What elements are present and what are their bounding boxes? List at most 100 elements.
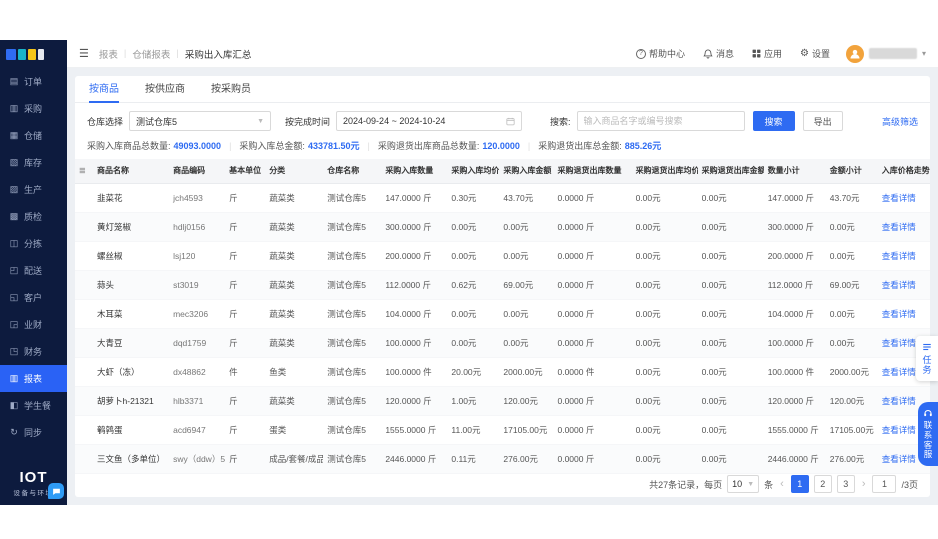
price_ret-cell: 0.00元 xyxy=(632,212,698,241)
product-code-cell: hlb3371 xyxy=(169,386,225,415)
warehouse-select[interactable]: 测试仓库5 ▼ xyxy=(129,111,271,131)
sidebar-item-customers[interactable]: ◱客户 xyxy=(0,284,67,311)
amt_sub-cell: 43.70元 xyxy=(826,183,878,212)
sidebar-item-orders[interactable]: ▤订单 xyxy=(0,68,67,95)
qty_in-cell: 300.0000 斤 xyxy=(381,212,447,241)
column-header: 金额小计 xyxy=(826,159,878,183)
menu-toggle-icon[interactable]: ☰ xyxy=(79,47,89,60)
breadcrumb-item[interactable]: 报表 xyxy=(99,47,118,61)
expand-all-icon[interactable]: ≣ xyxy=(79,166,86,175)
view-details-link[interactable]: 查看详情 xyxy=(882,396,916,406)
apps-label: 应用 xyxy=(764,47,782,60)
page-button-1[interactable]: 1 xyxy=(791,475,809,493)
view-details-link[interactable]: 查看详情 xyxy=(882,222,916,232)
sidebar-item-label: 分拣 xyxy=(24,237,42,250)
sidebar-item-delivery[interactable]: ◰配送 xyxy=(0,257,67,284)
category-cell: 蛋类 xyxy=(265,415,323,444)
export-button[interactable]: 导出 xyxy=(803,111,843,131)
chat-bubble-icon[interactable] xyxy=(48,483,64,499)
settings-label: 设置 xyxy=(812,47,830,60)
sidebar-item-biz-finance[interactable]: ◲业财 xyxy=(0,311,67,338)
action-cell: 查看详情 xyxy=(878,299,930,328)
sidebar-item-label: 财务 xyxy=(24,345,42,358)
category-cell: 蔬菜类 xyxy=(265,386,323,415)
view-details-link[interactable]: 查看详情 xyxy=(882,251,916,261)
table-header-row: ≣商品名称商品编码基本单位分类仓库名称采购入库数量采购入库均价采购入库金额采购退… xyxy=(75,159,930,183)
table-row: 黄灯笼椒hdlj0156斤蔬菜类测试仓库5300.0000 斤0.00元0.00… xyxy=(75,212,930,241)
sidebar-item-quality[interactable]: ▩质检 xyxy=(0,203,67,230)
sidebar-item-purchase[interactable]: ▥采购 xyxy=(0,95,67,122)
help-center-button[interactable]: ? 帮助中心 xyxy=(636,47,685,60)
view-details-link[interactable]: 查看详情 xyxy=(882,280,916,290)
expand-cell xyxy=(75,357,93,386)
sidebar-item-sync[interactable]: ↻同步 xyxy=(0,419,67,446)
user-menu[interactable]: ▾ xyxy=(846,45,926,63)
price_in-cell: 0.62元 xyxy=(447,270,499,299)
column-header: 采购入库数量 xyxy=(381,159,447,183)
category-cell: 蔬菜类 xyxy=(265,183,323,212)
sidebar-item-reports[interactable]: ▥报表 xyxy=(0,365,67,392)
task-drawer-button[interactable]: 任务 xyxy=(916,336,938,381)
prev-page-button[interactable]: ‹ xyxy=(778,478,786,490)
price_in-cell: 0.00元 xyxy=(447,241,499,270)
amt_sub-cell: 2000.00元 xyxy=(826,357,878,386)
sidebar-item-warehouse[interactable]: ▦仓储 xyxy=(0,122,67,149)
total-pages-text: /3页 xyxy=(901,478,918,491)
sidebar-item-student-meals[interactable]: ◧学生餐 xyxy=(0,392,67,419)
view-details-link[interactable]: 查看详情 xyxy=(882,454,916,464)
qty_in-cell: 147.0000 斤 xyxy=(381,183,447,212)
app-logo xyxy=(0,40,67,68)
column-header: 入库价格走势 xyxy=(878,159,930,183)
sidebar: ▤订单▥采购▦仓储▧库存▨生产▩质检◫分拣◰配送◱客户◲业财 ◳ 财务 ▥报表◧学生餐… xyxy=(0,68,67,505)
breadcrumb-item[interactable]: 仓储报表 xyxy=(132,47,170,61)
advanced-filter-link[interactable]: 高级筛选 xyxy=(882,115,918,128)
search-input[interactable] xyxy=(577,111,745,131)
amt_in-cell: 120.00元 xyxy=(499,386,553,415)
qty_ret-cell: 0.0000 斤 xyxy=(553,328,631,357)
view-details-link[interactable]: 查看详情 xyxy=(882,309,916,319)
price_ret-cell: 0.00元 xyxy=(632,415,698,444)
warehouse-icon: ▦ xyxy=(9,130,19,141)
next-page-button[interactable]: › xyxy=(860,478,868,490)
qty_in-cell: 2446.0000 斤 xyxy=(381,444,447,473)
amt_sub-cell: 0.00元 xyxy=(826,241,878,270)
amt_sub-cell: 0.00元 xyxy=(826,299,878,328)
apps-button[interactable]: 应用 xyxy=(752,47,782,60)
view-details-link[interactable]: 查看详情 xyxy=(882,338,916,348)
sidebar-item-label: 生产 xyxy=(24,183,42,196)
page-jump-input[interactable]: 1 xyxy=(872,475,896,493)
gear-icon: ⚙ xyxy=(800,48,809,59)
sidebar-item-sorting[interactable]: ◫分拣 xyxy=(0,230,67,257)
view-details-link[interactable]: 查看详情 xyxy=(882,193,916,203)
column-header: 采购退货出库金额 xyxy=(698,159,764,183)
view-details-link[interactable]: 查看详情 xyxy=(882,425,916,435)
price_ret-cell: 0.00元 xyxy=(632,328,698,357)
tab-by-product[interactable]: 按商品 xyxy=(89,76,119,103)
sidebar-item-label: 质检 xyxy=(24,210,42,223)
username-redacted xyxy=(869,48,917,59)
finance-icon: ◳ xyxy=(9,346,19,357)
delivery-icon: ◰ xyxy=(9,265,19,276)
page-size-select[interactable]: 10 ▼ xyxy=(727,475,759,493)
purchase-icon: ▥ xyxy=(9,103,19,114)
sidebar-item-production[interactable]: ▨生产 xyxy=(0,176,67,203)
date-range-picker[interactable]: 2024-09-24 ~ 2024-10-24 xyxy=(336,111,522,131)
page-button-2[interactable]: 2 xyxy=(814,475,832,493)
tab-by-purchaser[interactable]: 按采购员 xyxy=(211,76,251,103)
amt_sub-cell: 17105.00元 xyxy=(826,415,878,444)
tab-by-supplier[interactable]: 按供应商 xyxy=(145,76,185,103)
page-button-3[interactable]: 3 xyxy=(837,475,855,493)
contact-service-button[interactable]: 联系客服 xyxy=(918,402,938,466)
sidebar-item-inventory[interactable]: ▧库存 xyxy=(0,149,67,176)
unit-cell: 斤 xyxy=(225,212,265,241)
messages-button[interactable]: 消息 xyxy=(703,47,734,60)
amt_ret-cell: 0.00元 xyxy=(698,444,764,473)
settings-button[interactable]: ⚙ 设置 xyxy=(800,47,830,60)
search-button[interactable]: 搜索 xyxy=(753,111,795,131)
expand-cell xyxy=(75,386,93,415)
qty_sub-cell: 100.0000 件 xyxy=(764,357,826,386)
sidebar-item-finance[interactable]: ◳ 财务 xyxy=(0,338,67,365)
view-details-link[interactable]: 查看详情 xyxy=(882,367,916,377)
action-cell: 查看详情 xyxy=(878,183,930,212)
summary-label: 采购退货出库总金额: xyxy=(538,139,622,152)
